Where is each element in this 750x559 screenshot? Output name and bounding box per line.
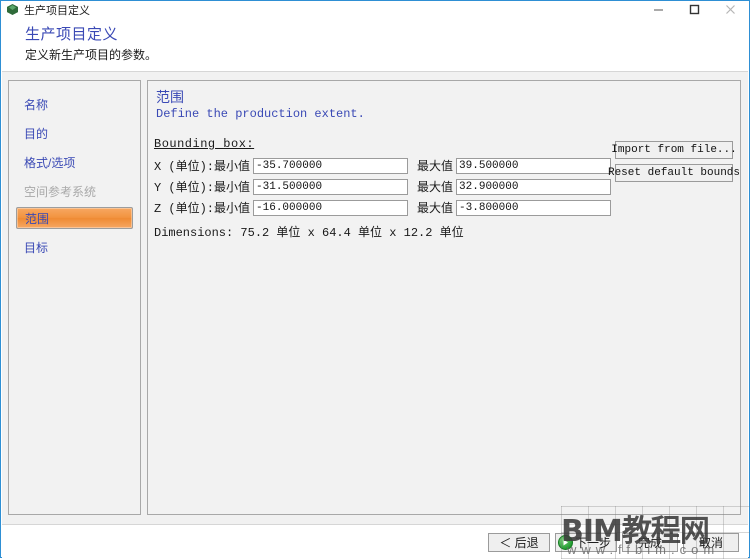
window-title: 生产项目定义: [24, 4, 90, 17]
sidebar-item-srs: 空间参考系统: [16, 180, 133, 202]
y-min-input[interactable]: [253, 178, 409, 195]
x-min-input[interactable]: [253, 157, 409, 174]
content-panel: 范围 Define the production extent. Boundin…: [147, 80, 741, 515]
min-label-x: 最小值: [214, 159, 251, 173]
sidebar-item-label: 范围: [25, 211, 50, 226]
cancel-button[interactable]: 取消: [683, 533, 739, 552]
sidebar-item-label: 空间参考系统: [24, 184, 97, 199]
sidebar-item-label: 名称: [24, 97, 49, 112]
min-label-y: 最小值: [214, 180, 251, 194]
sidebar-item-extent[interactable]: 范围: [16, 207, 133, 229]
axis-row-y: Y (单位): 最小值 最大值: [154, 178, 612, 195]
maximize-icon[interactable]: [677, 1, 711, 18]
minimize-icon[interactable]: [641, 1, 675, 18]
sidebar-item-label: 格式/选项: [24, 155, 76, 170]
cube-icon: [6, 3, 19, 16]
production-definition-window: 生产项目定义 生产项目定义 定义新生产项目的参数。 名称 目的 格式/选项 空间…: [0, 0, 750, 559]
finish-button[interactable]: 完成: [622, 533, 678, 552]
page-title: 生产项目定义: [25, 26, 119, 43]
z-max-input[interactable]: [456, 199, 612, 216]
sidebar-item-format[interactable]: 格式/选项: [16, 151, 133, 173]
footer-divider: [2, 524, 748, 525]
axis-label-z: Z (单位):: [154, 202, 215, 216]
dialog-footer: ＜ 后退 下一步 完成 取消: [2, 524, 748, 558]
max-label-z: 最大值: [417, 201, 454, 215]
axis-label-x: X (单位):: [154, 160, 215, 174]
back-button[interactable]: ＜ 后退: [488, 533, 550, 552]
page-subtitle: 定义新生产项目的参数。: [25, 48, 158, 62]
axis-label-y: Y (单位):: [154, 181, 215, 195]
content-title: 范围: [156, 89, 184, 105]
y-max-input[interactable]: [456, 178, 612, 195]
z-min-input[interactable]: [253, 199, 409, 216]
axis-row-z: Z (单位): 最小值 最大值: [154, 199, 612, 216]
bounding-box-label: Bounding box:: [154, 137, 255, 151]
max-label-y: 最大值: [417, 180, 454, 194]
axis-row-x: X (单位): 最小值 最大值: [154, 157, 612, 174]
sidebar-item-destination[interactable]: 目标: [16, 236, 133, 258]
next-arrow-icon: [558, 535, 573, 550]
sidebar-item-name[interactable]: 名称: [16, 93, 133, 115]
sidebar: 名称 目的 格式/选项 空间参考系统 范围 目标: [8, 80, 141, 515]
sidebar-item-label: 目的: [24, 126, 49, 141]
import-from-file-button[interactable]: Import from file...: [611, 141, 737, 159]
min-label-z: 最小值: [214, 201, 251, 215]
reset-default-bounds-button[interactable]: Reset default bounds: [608, 164, 740, 182]
max-label-x: 最大值: [417, 159, 454, 173]
x-max-input[interactable]: [456, 157, 612, 174]
sidebar-item-purpose[interactable]: 目的: [16, 122, 133, 144]
dialog-body: 名称 目的 格式/选项 空间参考系统 范围 目标 范围 Define the p…: [2, 72, 748, 524]
sidebar-item-label: 目标: [24, 240, 49, 255]
content-subtitle: Define the production extent.: [156, 107, 365, 121]
dimensions-text: Dimensions: 75.2 单位 x 64.4 单位 x 12.2 单位: [154, 226, 464, 240]
close-icon[interactable]: [713, 1, 747, 18]
dialog-header: 生产项目定义 定义新生产项目的参数。: [2, 18, 748, 71]
title-bar: 生产项目定义: [1, 1, 749, 18]
